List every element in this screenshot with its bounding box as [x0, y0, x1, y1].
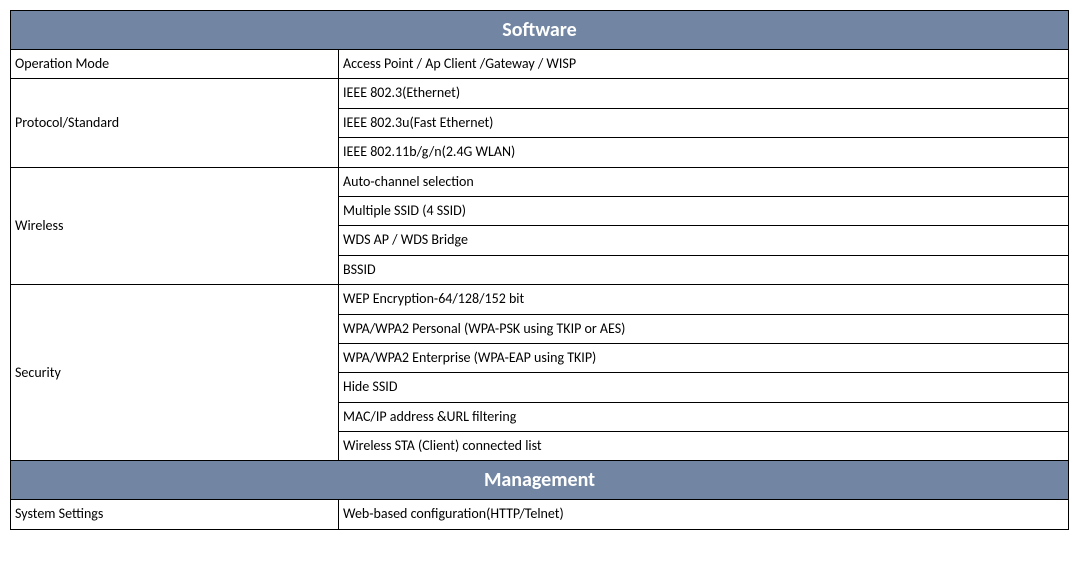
row-value-wireless-0: Auto-channel selection	[339, 167, 1069, 196]
row-value-security-0: WEP Encryption-64/128/152 bit	[339, 285, 1069, 314]
row-value-protocol-standard-2: IEEE 802.11b/g/n(2.4G WLAN)	[339, 138, 1069, 167]
row-value-security-3: Hide SSID	[339, 373, 1069, 402]
row-label-security: Security	[11, 285, 339, 461]
section-header-software: Software	[11, 11, 1069, 50]
spec-table: Software Operation Mode Access Point / A…	[10, 10, 1069, 530]
row-value-security-5: Wireless STA (Client) connected list	[339, 432, 1069, 461]
row-label-operation-mode: Operation Mode	[11, 50, 339, 79]
row-value-wireless-1: Multiple SSID (4 SSID)	[339, 196, 1069, 225]
section-header-management: Management	[11, 461, 1069, 500]
row-value-security-1: WPA/WPA2 Personal (WPA-PSK using TKIP or…	[339, 314, 1069, 343]
row-value-protocol-standard-1: IEEE 802.3u(Fast Ethernet)	[339, 108, 1069, 137]
row-label-protocol-standard: Protocol/Standard	[11, 79, 339, 167]
row-value-security-4: MAC/IP address &URL filtering	[339, 402, 1069, 431]
row-label-wireless: Wireless	[11, 167, 339, 285]
row-value-protocol-standard-0: IEEE 802.3(Ethernet)	[339, 79, 1069, 108]
row-value-wireless-3: BSSID	[339, 255, 1069, 284]
row-value-operation-mode: Access Point / Ap Client /Gateway / WISP	[339, 50, 1069, 79]
row-value-system-settings: Web-based configuration(HTTP/Telnet)	[339, 500, 1069, 529]
row-value-security-2: WPA/WPA2 Enterprise (WPA-EAP using TKIP)	[339, 343, 1069, 372]
row-value-wireless-2: WDS AP / WDS Bridge	[339, 226, 1069, 255]
row-label-system-settings: System Settings	[11, 500, 339, 529]
